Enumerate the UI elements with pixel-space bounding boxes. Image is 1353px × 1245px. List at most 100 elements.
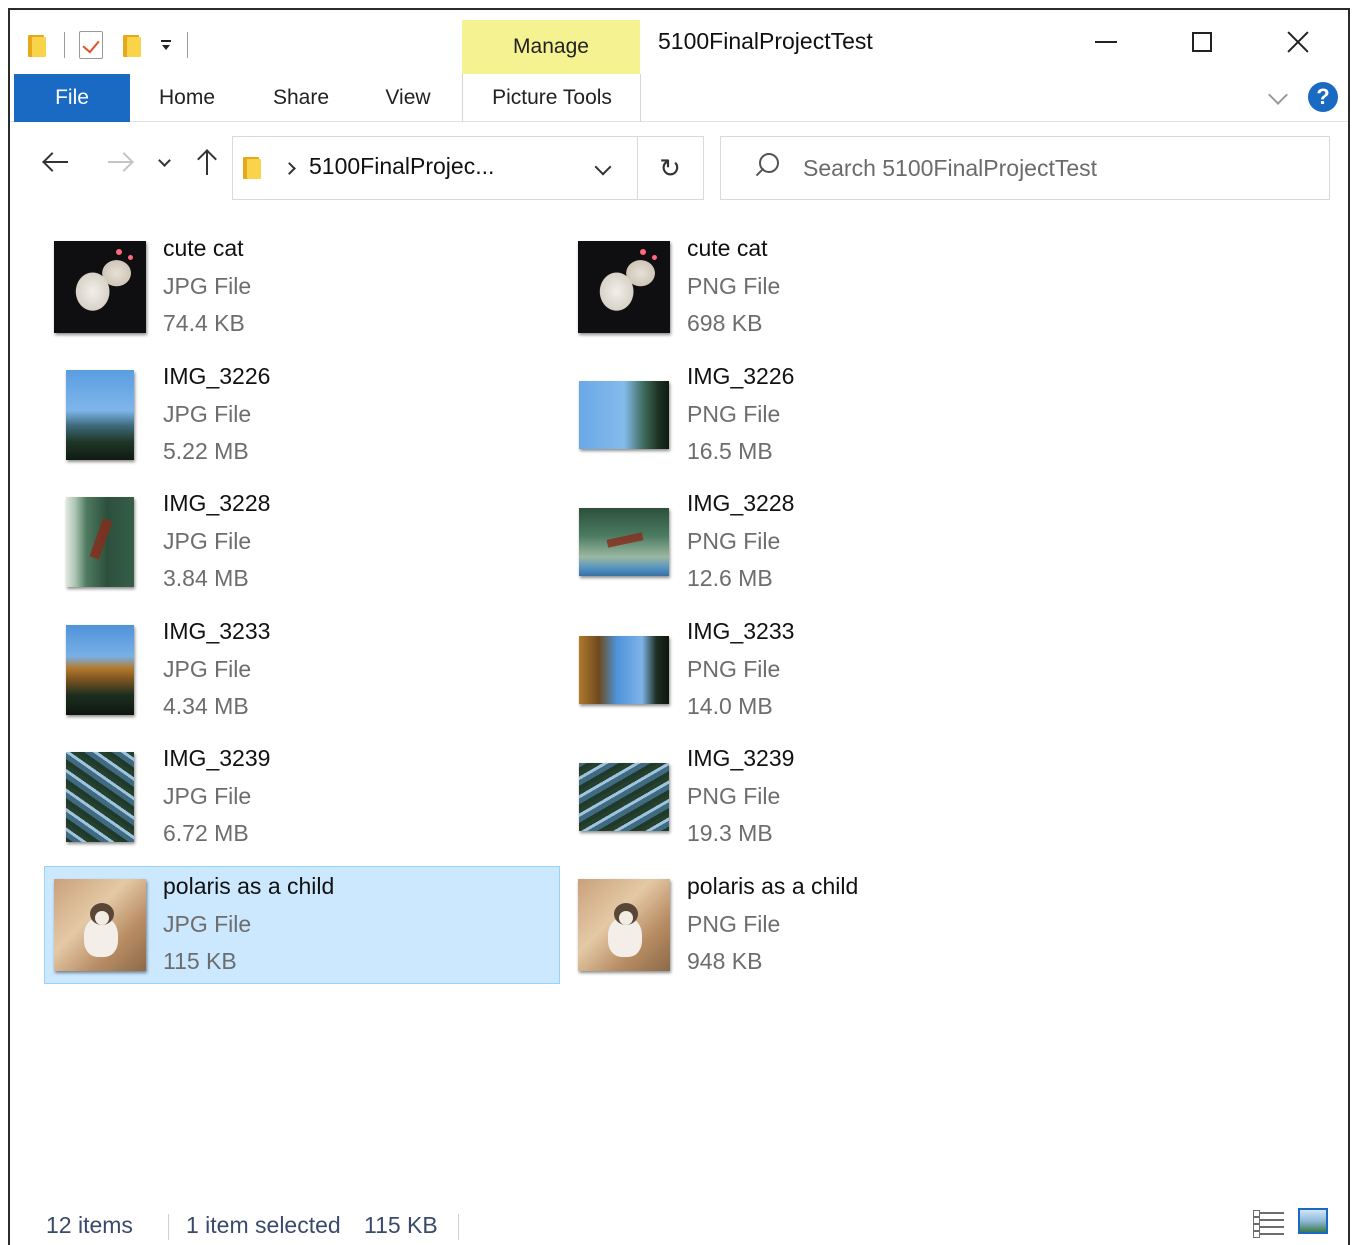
manage-context-tab[interactable]: Manage	[462, 20, 640, 74]
tab-view[interactable]: View	[368, 74, 448, 122]
thumbnail-image	[66, 369, 134, 460]
address-bar[interactable]: 5100FinalProjec... ↻	[232, 136, 704, 200]
ribbon-tabs: File Home Share View Picture Tools ?	[10, 74, 1348, 122]
thumbnail-image	[578, 241, 670, 333]
address-dropdown-icon[interactable]	[595, 161, 611, 177]
search-box[interactable]	[720, 136, 1330, 200]
help-icon[interactable]: ?	[1308, 82, 1338, 112]
file-type: PNG File	[687, 273, 781, 299]
search-input[interactable]	[803, 151, 1303, 185]
window-title: 5100FinalProjectTest	[658, 28, 873, 54]
forward-arrow-icon	[106, 152, 134, 172]
file-name: IMG_3239	[687, 745, 795, 771]
selected-size: 115 KB	[364, 1212, 438, 1238]
file-type: PNG File	[687, 528, 781, 554]
close-icon	[1286, 30, 1310, 54]
breadcrumb[interactable]: 5100FinalProjec...	[309, 153, 494, 180]
refresh-button[interactable]: ↻	[637, 137, 703, 199]
file-item[interactable]: IMG_3239 PNG File 19.3 MB	[568, 738, 1084, 856]
file-name: IMG_3228	[687, 490, 795, 516]
forward-button[interactable]	[102, 142, 138, 182]
expand-ribbon-chevron-icon[interactable]	[1268, 88, 1288, 108]
selected-count: 1 item selected	[186, 1212, 341, 1238]
tab-share[interactable]: Share	[256, 74, 346, 122]
maximize-button[interactable]	[1154, 20, 1250, 64]
minimize-button[interactable]	[1058, 20, 1154, 64]
thumbnail	[53, 229, 147, 345]
folder-icon	[243, 155, 265, 179]
file-name: cute cat	[163, 235, 244, 261]
thumbnail-image	[579, 380, 669, 449]
file-grid: cute cat JPG File 74.4 KB cute cat PNG File 6…	[10, 210, 1348, 1200]
tab-picture-tools[interactable]: Picture Tools	[472, 74, 632, 122]
file-type: JPG File	[163, 655, 252, 682]
file-item[interactable]: IMG_3228 PNG File 12.6 MB	[568, 483, 1084, 601]
tab-file[interactable]: File	[14, 74, 130, 122]
close-button[interactable]	[1250, 20, 1346, 64]
thumbnail	[577, 867, 671, 983]
file-item[interactable]: IMG_3233 PNG File 14.0 MB	[568, 611, 1084, 729]
file-explorer-window: Manage 5100FinalProjectTest File Home Sh…	[8, 8, 1350, 1245]
file-name: IMG_3226	[687, 362, 795, 389]
file-item[interactable]: IMG_3239 JPG File 6.72 MB	[44, 738, 560, 856]
file-name: IMG_3228	[163, 490, 271, 516]
thumbnail	[53, 739, 147, 855]
file-item[interactable]: cute cat JPG File 74.4 KB	[44, 228, 560, 346]
back-button[interactable]	[38, 142, 74, 182]
status-divider	[168, 1214, 169, 1240]
file-type: PNG File	[687, 910, 781, 937]
file-item[interactable]: IMG_3233 JPG File 4.34 MB	[44, 611, 560, 729]
file-item[interactable]: polaris as a child PNG File 948 KB	[568, 866, 1084, 984]
file-size: 6.72 MB	[163, 820, 249, 846]
file-size: 19.3 MB	[687, 820, 773, 846]
thumbnail-image	[54, 241, 146, 333]
tab-divider	[640, 74, 641, 122]
navigation-bar: 5100FinalProjec... ↻	[10, 122, 1348, 202]
file-item[interactable]: IMG_3226 PNG File 16.5 MB	[568, 356, 1084, 474]
file-name: cute cat	[687, 235, 768, 261]
breadcrumb-chevron-icon[interactable]	[285, 162, 295, 172]
file-name: IMG_3239	[163, 745, 271, 771]
file-size: 3.84 MB	[163, 565, 249, 591]
file-size: 698 KB	[687, 310, 763, 336]
file-size: 16.5 MB	[687, 437, 773, 464]
customize-dropdown-icon[interactable]	[145, 28, 173, 62]
quick-access-toolbar	[28, 28, 202, 62]
thumbnail-image	[54, 878, 146, 971]
item-count: 12 items	[46, 1212, 133, 1238]
refresh-icon: ↻	[659, 152, 681, 183]
up-arrow-icon	[196, 148, 218, 176]
new-folder-icon[interactable]	[123, 28, 145, 62]
file-name: IMG_3233	[687, 617, 795, 644]
file-item[interactable]: polaris as a child JPG File 115 KB	[44, 865, 560, 984]
thumbnail	[577, 484, 671, 600]
properties-check-icon[interactable]	[79, 28, 103, 62]
maximize-icon	[1192, 32, 1212, 52]
back-arrow-icon	[42, 152, 70, 172]
file-size: 5.22 MB	[163, 437, 249, 464]
recent-locations-button[interactable]	[154, 142, 174, 182]
tab-home[interactable]: Home	[142, 74, 232, 122]
file-size: 14.0 MB	[687, 692, 773, 719]
chevron-down-icon	[158, 156, 170, 168]
file-item[interactable]: IMG_3228 JPG File 3.84 MB	[44, 483, 560, 601]
thumbnail	[53, 484, 147, 600]
file-item[interactable]: IMG_3226 JPG File 5.22 MB	[44, 356, 560, 474]
title-bar: Manage 5100FinalProjectTest	[10, 10, 1348, 74]
details-view-icon[interactable]	[1253, 1208, 1284, 1238]
folder-icon[interactable]	[28, 28, 50, 62]
thumbnail	[53, 867, 147, 983]
thumbnail	[577, 739, 671, 855]
file-type: PNG File	[687, 783, 781, 809]
large-icons-view-icon[interactable]	[1298, 1208, 1328, 1234]
file-item[interactable]: cute cat PNG File 698 KB	[568, 228, 1084, 346]
file-size: 12.6 MB	[687, 565, 773, 591]
file-name: polaris as a child	[163, 872, 335, 899]
thumbnail-image	[66, 497, 134, 587]
file-size: 74.4 KB	[163, 310, 245, 336]
file-size: 115 KB	[163, 947, 237, 974]
toolbar-separator	[64, 32, 65, 58]
file-type: JPG File	[163, 528, 252, 554]
up-button[interactable]	[192, 142, 222, 182]
file-type: JPG File	[163, 783, 252, 809]
